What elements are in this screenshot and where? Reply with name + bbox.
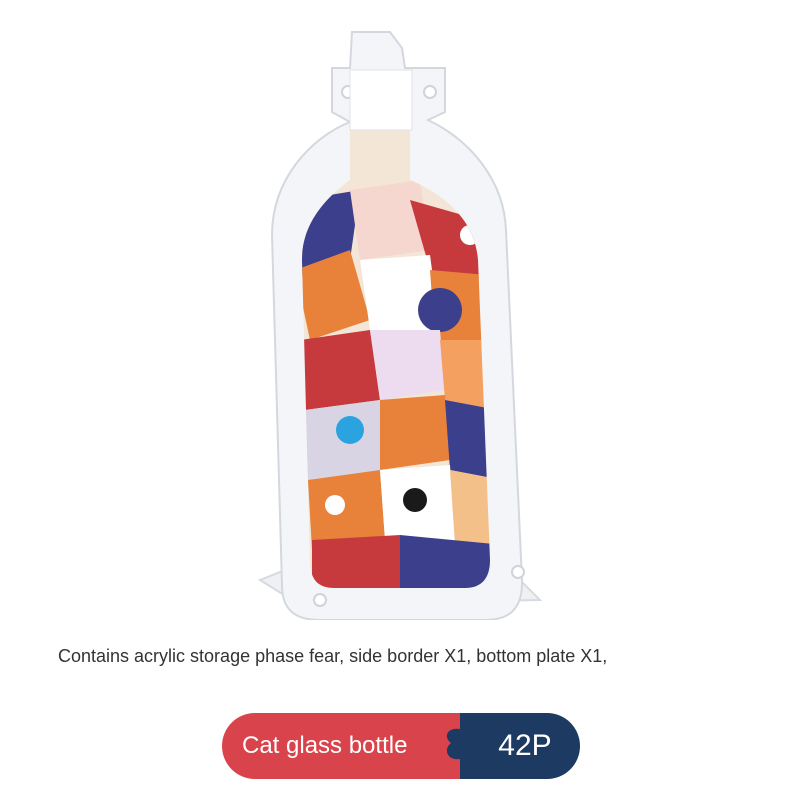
- product-image: Contains acrylic storage phase fear, sid…: [0, 0, 800, 800]
- screw-dot: [511, 565, 525, 579]
- badge-label-section: Cat glass bottle: [222, 713, 460, 779]
- badge-count: 42P: [498, 729, 552, 762]
- cat-bottle-puzzle-illustration: [257, 31, 543, 620]
- screw-dot: [313, 593, 327, 607]
- product-caption: Contains acrylic storage phase fear, sid…: [58, 646, 608, 666]
- puzzle-piece-icon: [446, 713, 487, 779]
- product-badge: Cat glass bottle 42P: [222, 713, 580, 779]
- screw-dot: [423, 85, 437, 99]
- bottle-neck: [349, 69, 413, 131]
- badge-label: Cat glass bottle: [242, 732, 408, 759]
